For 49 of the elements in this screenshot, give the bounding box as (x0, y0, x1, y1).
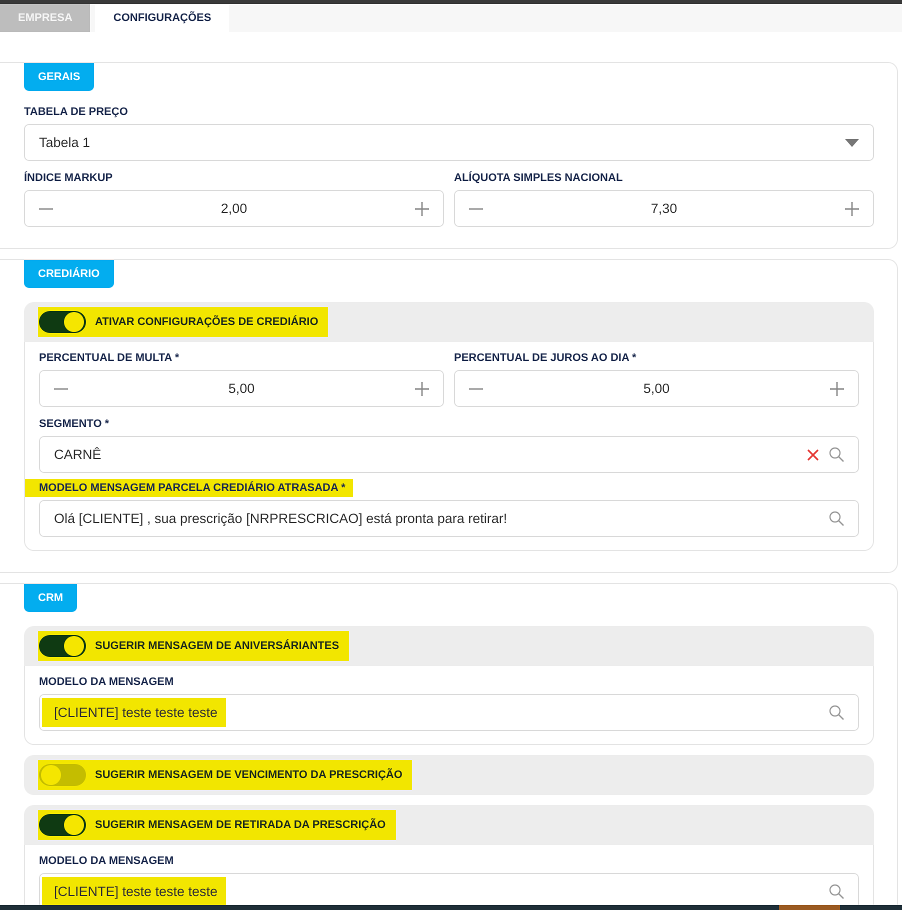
field-label: MODELO MENSAGEM PARCELA CREDIÁRIO ATRASADA * (25, 479, 354, 497)
field-value: 7,30 (650, 201, 678, 216)
toggle-label: SUGERIR MENSAGEM DE VENCIMENTO DA PRESCRIÇÃO (95, 769, 402, 781)
section-badge: CREDIÁRIO (24, 260, 114, 288)
field-label: MODELO DA MENSAGEM (39, 854, 174, 868)
toggle-label: SUGERIR MENSAGEM DE ANIVERSÁRIANTES (95, 640, 340, 652)
field-label: ALÍQUOTA SIMPLES NACIONAL (454, 171, 623, 185)
field-value: [CLIENTE] teste teste teste (42, 698, 226, 727)
search-field[interactable]: [CLIENTE] teste teste teste (39, 873, 859, 905)
field-label: PERCENTUAL DE MULTA * (39, 351, 180, 365)
number-field[interactable]: 7,30 (454, 190, 874, 227)
search-icon[interactable] (829, 511, 844, 526)
select-field[interactable]: Tabela 1 (24, 124, 874, 161)
toggle-switch[interactable] (39, 814, 86, 836)
search-icon[interactable] (829, 447, 844, 462)
toggle-label: ATIVAR CONFIGURAÇÕES DE CREDIÁRIO (95, 316, 318, 328)
close-icon[interactable] (807, 448, 819, 460)
field-label: PERCENTUAL DE JUROS AO DIA * (454, 351, 636, 365)
section-badge: CRM (24, 584, 78, 612)
field-value: CARNÊ (54, 447, 102, 462)
plus-icon[interactable] (845, 202, 859, 216)
field-value: 2,00 (220, 201, 248, 216)
search-field[interactable]: [CLIENTE] teste teste teste (39, 694, 859, 731)
caret-icon (845, 138, 859, 146)
field-value: [CLIENTE] teste teste teste (42, 877, 226, 905)
search-field[interactable]: Olá [CLIENTE] , sua prescrição [NRPRESCRICAO] está pronta para retirar! (39, 500, 859, 537)
toggle-label: SUGERIR MENSAGEM DE RETIRADA DA PRESCRIÇÃO (95, 819, 386, 831)
field-value: Tabela 1 (39, 135, 92, 150)
plus-icon[interactable] (415, 382, 429, 396)
field-label: ÍNDICE MARKUP (24, 171, 113, 185)
field-value: Olá [CLIENTE] , sua prescrição [NRPRESCRICAO] está pronta para retirar! (54, 511, 508, 526)
field-label: TABELA DE PREÇO (24, 105, 128, 119)
plus-icon[interactable] (415, 202, 429, 216)
toggle-switch[interactable] (39, 311, 86, 333)
number-field[interactable]: 5,00 (39, 370, 444, 407)
toggle-switch[interactable] (39, 635, 86, 657)
field-value: 5,00 (227, 381, 256, 396)
field-label: SEGMENTO * (39, 417, 110, 431)
section-badge: GERAIS (24, 63, 94, 91)
field-label: MODELO DA MENSAGEM (39, 675, 174, 689)
toggle-switch[interactable] (39, 764, 86, 786)
search-icon[interactable] (829, 884, 844, 899)
tab[interactable]: CONFIGURAÇÕES (95, 4, 230, 32)
search-icon[interactable] (829, 705, 844, 720)
plus-icon[interactable] (830, 382, 844, 396)
field-value: 5,00 (642, 381, 671, 396)
number-field[interactable]: 2,00 (24, 190, 444, 227)
search-field[interactable]: CARNÊ (39, 436, 859, 473)
number-field[interactable]: 5,00 (454, 370, 859, 407)
